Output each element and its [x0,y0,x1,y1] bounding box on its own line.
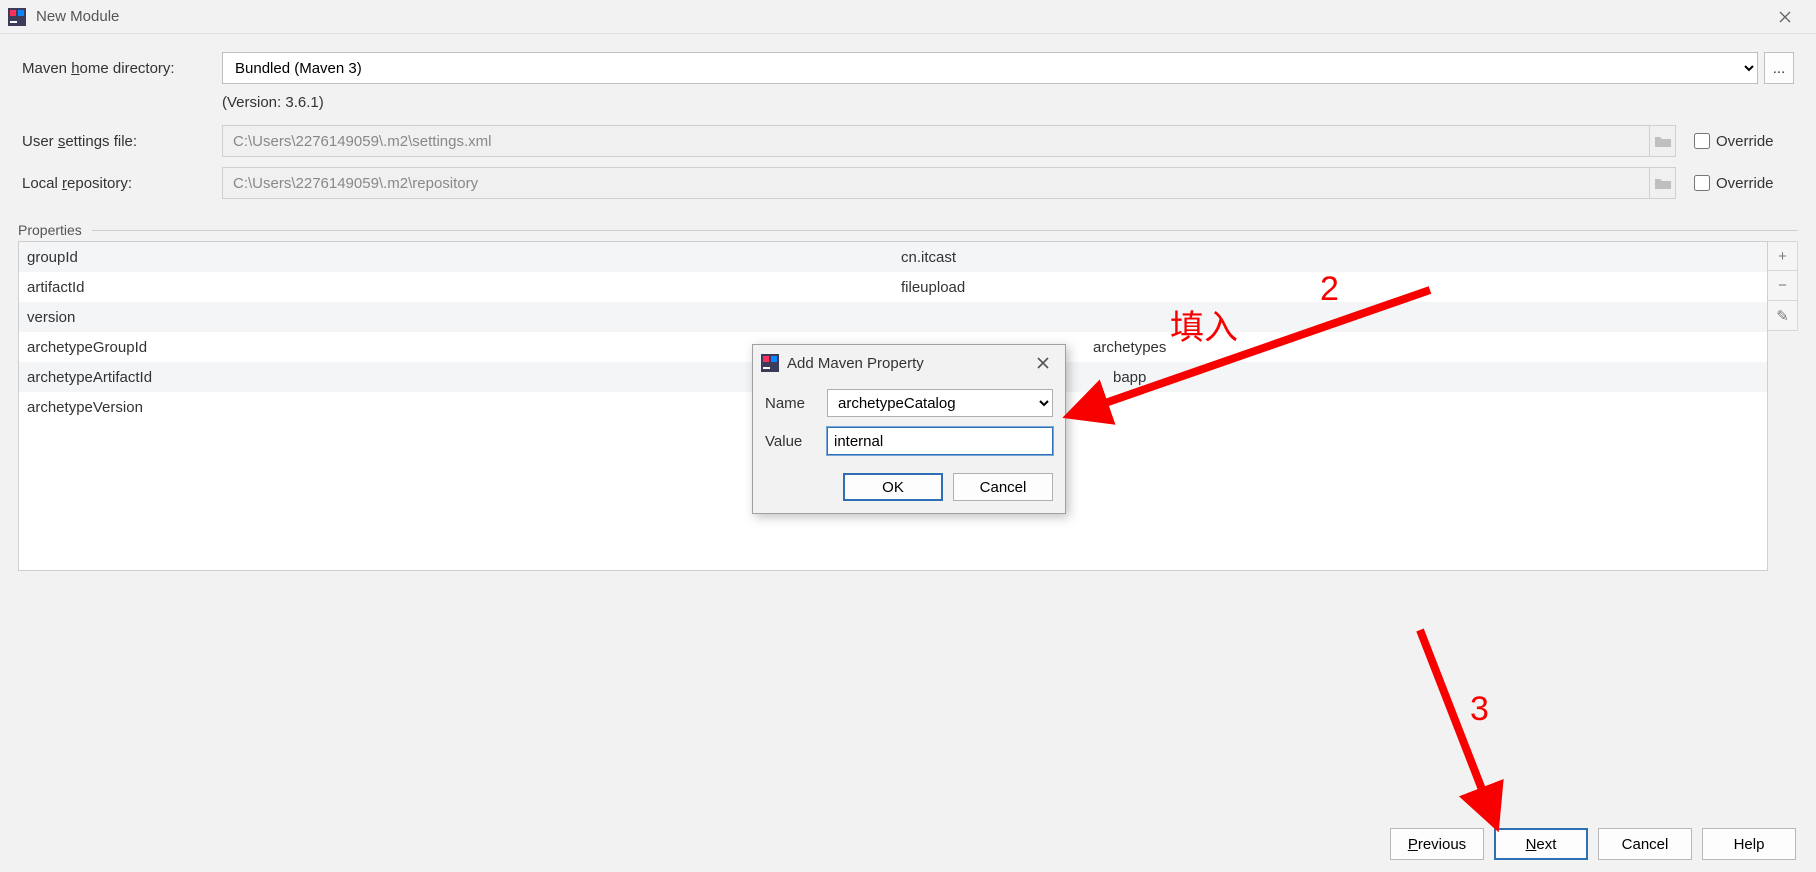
properties-header: Properties [18,221,1798,239]
help-button[interactable]: Help [1702,828,1796,860]
user-settings-override-checkbox[interactable] [1694,133,1710,149]
table-row[interactable]: groupId cn.itcast [19,242,1767,272]
window-title: New Module [36,8,119,25]
user-settings-field: C:\Users\2276149059\.m2\settings.xml [222,125,1650,157]
local-repo-override[interactable]: Override [1694,175,1794,192]
user-settings-override[interactable]: Override [1694,133,1794,150]
local-repo-row: Local repository: C:\Users\2276149059\.m… [22,167,1794,199]
previous-button[interactable]: Previous [1390,828,1484,860]
dialog-close-button[interactable] [1029,349,1057,377]
dialog-ok-button[interactable]: OK [843,473,943,501]
intellij-icon [761,354,779,372]
table-row[interactable]: version [19,302,1767,332]
dialog-name-label: Name [765,395,827,412]
form-area: Maven home directory: Bundled (Maven 3) … [0,34,1816,215]
properties-toolbar: + − ✎ [1768,241,1798,571]
dialog-value-row: Value [765,427,1053,455]
divider [92,230,1798,231]
dialog-name-row: Name archetypeCatalog [765,389,1053,417]
dialog-titlebar: Add Maven Property [753,345,1065,381]
dialog-title: Add Maven Property [787,355,924,372]
local-repo-label: Local repository: [22,175,222,192]
local-repo-override-checkbox[interactable] [1694,175,1710,191]
add-property-button[interactable]: + [1768,241,1798,271]
annotation-step-3: 3 [1470,690,1489,729]
properties-label: Properties [18,222,92,238]
maven-home-select[interactable]: Bundled (Maven 3) [222,52,1758,84]
dialog-value-input[interactable] [827,427,1053,455]
cancel-button[interactable]: Cancel [1598,828,1692,860]
maven-home-label: Maven home directory: [22,60,222,77]
edit-property-button[interactable]: ✎ [1768,301,1798,331]
maven-home-browse-button[interactable]: ... [1764,52,1794,84]
wizard-footer: Previous Next Cancel Help [0,816,1816,872]
user-settings-label: User settings file: [22,133,222,150]
remove-property-button[interactable]: − [1768,271,1798,301]
dialog-cancel-button[interactable]: Cancel [953,473,1053,501]
prop-value: cn.itcast [893,249,1767,266]
next-button[interactable]: Next [1494,828,1588,860]
local-repo-field: C:\Users\2276149059\.m2\repository [222,167,1650,199]
folder-icon [1650,167,1676,199]
maven-version-hint: (Version: 3.6.1) [222,94,1794,111]
window-close-button[interactable] [1762,3,1808,31]
add-maven-property-dialog: Add Maven Property Name archetypeCatalog… [752,344,1066,514]
folder-icon [1650,125,1676,157]
prop-key: artifactId [19,279,893,296]
maven-home-row: Maven home directory: Bundled (Maven 3) … [22,52,1794,84]
dialog-name-select[interactable]: archetypeCatalog [827,389,1053,417]
dialog-value-label: Value [765,433,827,450]
user-settings-row: User settings file: C:\Users\2276149059\… [22,125,1794,157]
titlebar: New Module [0,0,1816,34]
intellij-icon [8,8,26,26]
prop-key: groupId [19,249,893,266]
table-row[interactable]: artifactId fileupload [19,272,1767,302]
prop-value: fileupload [893,279,1767,296]
prop-key: version [19,309,893,326]
